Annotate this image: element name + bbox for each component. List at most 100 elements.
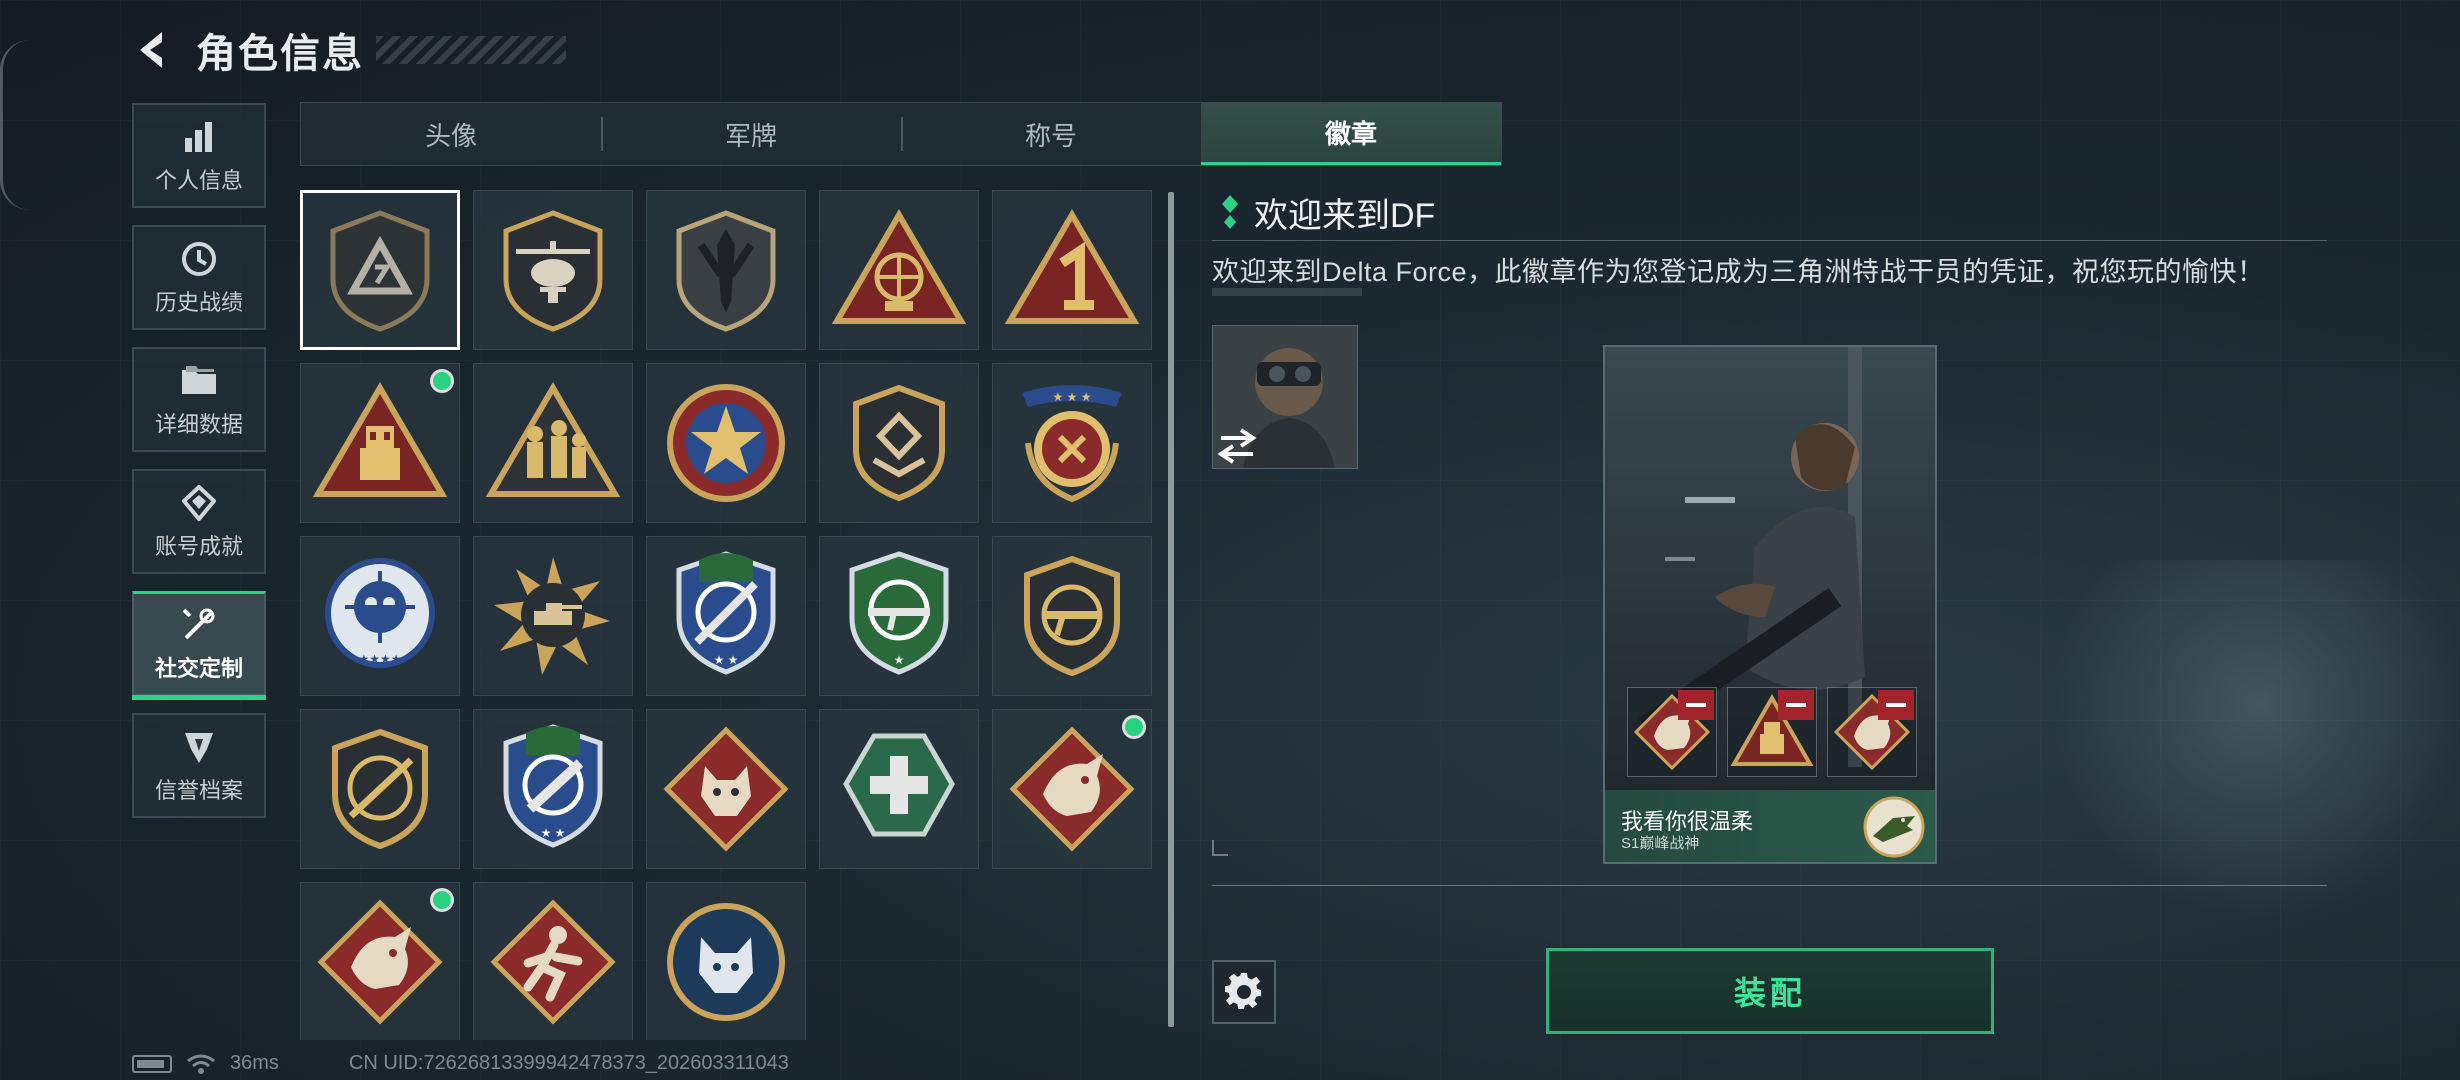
tab-title[interactable]: 称号 bbox=[901, 103, 1201, 165]
title-decoration bbox=[376, 36, 566, 64]
badge-cell[interactable] bbox=[300, 190, 460, 350]
skull-crosshair-badge-icon: ★★★★ bbox=[325, 558, 435, 668]
sidebar-item-achievements[interactable]: 账号成就 bbox=[132, 469, 266, 574]
avatar-switch[interactable] bbox=[1212, 325, 1358, 469]
rifle-green-shield-badge-icon: ★ bbox=[849, 551, 949, 675]
badge-cell[interactable] bbox=[646, 709, 806, 869]
badge-cell[interactable] bbox=[473, 536, 633, 696]
folder-icon bbox=[179, 361, 219, 401]
badge-cell[interactable] bbox=[646, 190, 806, 350]
sidebar-item-label: 历史战绩 bbox=[154, 289, 243, 315]
badge-cell[interactable]: ★ ★ bbox=[646, 536, 806, 696]
wolf-circle-badge-icon bbox=[667, 903, 785, 1021]
badge-cell[interactable] bbox=[473, 882, 633, 1040]
wolf-diamond-badge-icon bbox=[663, 726, 789, 852]
soldier-avatar bbox=[1213, 326, 1357, 468]
sidebar-item-credit-file[interactable]: 信誉档案 bbox=[132, 713, 266, 818]
dragon-diamond-badge-2-icon bbox=[317, 899, 443, 1025]
sidebar: 个人信息 历史战绩 详细数据 账号成就 社交定制 信誉档案 bbox=[132, 103, 270, 835]
badge-cell[interactable]: ★★★★ bbox=[300, 536, 460, 696]
card-footer: 我看你很温柔 S1巅峰战神 bbox=[1605, 790, 1935, 862]
profile-card-preview: 我看你很温柔 S1巅峰战神 bbox=[1603, 345, 1937, 864]
knife-blue-shield-badge-icon: ★ ★ bbox=[503, 724, 603, 848]
medic-hexagon-badge-icon bbox=[843, 733, 955, 837]
remove-badge-button[interactable] bbox=[1678, 690, 1714, 720]
usb-triangle-badge-icon bbox=[312, 382, 448, 497]
badge-cell[interactable] bbox=[819, 190, 979, 350]
sidebar-item-label: 账号成就 bbox=[154, 533, 243, 559]
rifle-blue-shield-badge-icon: ★ ★ bbox=[676, 551, 776, 675]
emblem-shield-badge-icon bbox=[853, 384, 945, 502]
helicopter-badge-icon bbox=[503, 210, 603, 332]
badge-cell[interactable] bbox=[300, 882, 460, 1040]
wifi-icon bbox=[187, 1054, 215, 1074]
new-indicator-dot bbox=[433, 891, 451, 909]
svg-text:★ ★ ★: ★ ★ ★ bbox=[1053, 390, 1092, 404]
tab-dog-tag[interactable]: 军牌 bbox=[601, 103, 901, 165]
crocodile-emblem-icon bbox=[1863, 796, 1925, 858]
badge-cell[interactable] bbox=[300, 363, 460, 523]
remove-badge-button[interactable] bbox=[1778, 690, 1814, 720]
decorative-arc bbox=[0, 40, 33, 210]
sidebar-item-label: 信誉档案 bbox=[154, 777, 243, 803]
ping-readout: 36ms bbox=[230, 1052, 279, 1074]
history-icon bbox=[179, 239, 219, 279]
sidebar-item-social-custom[interactable]: 社交定制 bbox=[132, 591, 266, 700]
equipped-slot[interactable] bbox=[1827, 687, 1917, 777]
sidebar-item-label: 个人信息 bbox=[154, 167, 243, 193]
dragon-diamond-badge-icon bbox=[1009, 726, 1135, 852]
equip-button[interactable]: 装配 bbox=[1546, 948, 1994, 1034]
badge-description: 欢迎来到Delta Force，此徽章作为您登记成为三角洲特战干员的凭证，祝您玩… bbox=[1212, 257, 2265, 287]
sidebar-item-personal-info[interactable]: 个人信息 bbox=[132, 103, 266, 208]
equipped-badge-slots bbox=[1627, 687, 1917, 777]
remove-badge-button[interactable] bbox=[1878, 690, 1914, 720]
svg-text:★ ★: ★ ★ bbox=[714, 653, 739, 667]
tank-sunburst-badge-icon bbox=[494, 557, 610, 675]
badge-cell[interactable] bbox=[992, 536, 1152, 696]
svg-text:★★★★: ★★★★ bbox=[358, 652, 401, 666]
equipped-slot[interactable] bbox=[1627, 687, 1717, 777]
runner-diamond-badge-icon bbox=[490, 899, 616, 1025]
number-one-triangle-badge-icon bbox=[1004, 209, 1140, 324]
svg-text:★: ★ bbox=[894, 653, 905, 667]
badge-cell[interactable] bbox=[992, 190, 1152, 350]
new-indicator-dot bbox=[433, 372, 451, 390]
divider bbox=[1212, 240, 2327, 241]
badge-cell[interactable] bbox=[819, 709, 979, 869]
badge-cell[interactable]: ★ ★ bbox=[473, 709, 633, 869]
badge-cell[interactable] bbox=[300, 709, 460, 869]
badge-name: 欢迎来到DF bbox=[1254, 197, 1436, 235]
character-artwork bbox=[1605, 347, 1935, 862]
rifle-gold-shield-badge-icon bbox=[1024, 555, 1120, 677]
equip-button-label: 装配 bbox=[1733, 975, 1806, 1011]
diamond-marker-icon bbox=[1222, 194, 1238, 229]
faint-decoration bbox=[1212, 288, 1362, 296]
badge-cell[interactable] bbox=[646, 882, 806, 1040]
bottom-divider bbox=[1212, 885, 2327, 886]
back-arrow-icon[interactable] bbox=[130, 26, 178, 74]
badge-cell[interactable] bbox=[473, 363, 633, 523]
sidebar-item-history[interactable]: 历史战绩 bbox=[132, 225, 266, 330]
equipped-slot[interactable] bbox=[1727, 687, 1817, 777]
badge-cell[interactable] bbox=[473, 190, 633, 350]
tab-avatar[interactable]: 头像 bbox=[301, 103, 601, 165]
page-title: 角色信息 bbox=[196, 32, 364, 76]
soldiers-triangle-badge-icon bbox=[485, 382, 621, 497]
badge-detail-header: 欢迎来到DF bbox=[1220, 188, 1435, 237]
badge-cell[interactable] bbox=[646, 363, 806, 523]
badge-cell[interactable] bbox=[819, 363, 979, 523]
background-storm bbox=[2050, 560, 2460, 920]
new-indicator-dot bbox=[1125, 718, 1143, 736]
settings-button[interactable] bbox=[1212, 960, 1276, 1024]
badge-list-scrollbar[interactable] bbox=[1168, 192, 1174, 1027]
sniper-gold-shield-badge-icon bbox=[332, 728, 428, 850]
tab-badge[interactable]: 徽章 bbox=[1201, 103, 1501, 165]
player-title: S1巅峰战神 bbox=[1621, 835, 1700, 852]
badge-cell[interactable]: ★ ★ ★ bbox=[992, 363, 1152, 523]
gear-icon bbox=[1225, 972, 1262, 1009]
dagger-shield-badge-icon bbox=[676, 210, 776, 332]
credit-icon bbox=[179, 727, 219, 767]
badge-cell[interactable] bbox=[992, 709, 1152, 869]
sidebar-item-detailed-data[interactable]: 详细数据 bbox=[132, 347, 266, 452]
badge-cell[interactable]: ★ bbox=[819, 536, 979, 696]
